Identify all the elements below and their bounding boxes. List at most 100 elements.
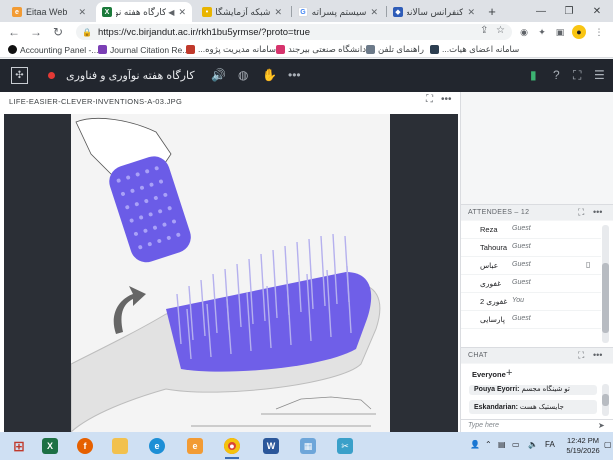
taskbar-firefox[interactable]: f [72,435,98,457]
bookmark-accounting-panel[interactable]: Accounting Panel -... [8,43,98,56]
taskbar-file-explorer[interactable] [107,435,133,457]
back-button[interactable]: ← [6,24,22,40]
speaker-icon[interactable]: ◀ [168,8,174,17]
bookmark-icon [186,45,195,54]
address-bar[interactable]: 🔒 https://vc.birjandut.ac.ir/rkh1bu5yrms… [76,24,512,40]
close-icon[interactable]: ✕ [467,7,475,18]
bristle-pad [109,156,191,263]
add-chat-icon[interactable]: + [506,367,512,379]
presentation-options-icon[interactable]: ••• [441,94,452,105]
bookmark-research-system[interactable]: سامانه مدیریت پژوه... [186,43,276,56]
connection-quality-icon[interactable]: ▮ [530,68,537,82]
close-icon[interactable]: ✕ [178,7,186,18]
expand-chat-icon[interactable]: ⛶ [578,350,584,361]
attendee-row[interactable]: پارسایی Guest [461,311,601,329]
tab-google-search[interactable]: G سیستم پسراته ✕ [292,2,384,22]
paint-icon: ▦ [300,438,316,454]
chat-options-icon[interactable]: ••• [593,350,602,360]
minimize-button[interactable]: — [527,0,555,22]
attendee-row[interactable]: غفوری 2 You [461,293,601,311]
chat-input[interactable]: Type here ➤ [461,419,613,432]
hairbrush-illustration [71,117,381,432]
window-close-button[interactable]: ✕ [583,0,611,22]
chrome-icon: ● [224,438,240,454]
raise-hand-icon[interactable]: ✋ [262,68,277,82]
meeting-header: ✣ کارگاه هفته نوآوری و فناوری 🔊 ◍ ✋ ••• … [0,59,613,92]
help-icon[interactable]: ? [553,68,560,82]
attendee-count: 12 [520,209,530,216]
fullscreen-icon[interactable]: ⛶ [573,68,581,83]
bookmark-phone-guide[interactable]: راهنمای تلفن [366,43,424,56]
system-clock[interactable]: 12:42 PM 5/19/2026 [563,436,603,456]
attendees-scrollbar[interactable] [602,225,609,343]
chat-channel-tab[interactable]: Everyone [472,370,506,379]
start-button[interactable]: ⊞ [6,435,32,457]
bookmark-label: سامانه مدیریت پژوه... [198,44,276,54]
forward-button[interactable]: → [28,24,44,40]
taskbar-excel[interactable]: X [37,435,63,457]
tab-meeting[interactable]: X کارگاه هفته نو ◀ ✕ [96,2,192,22]
new-tab-button[interactable]: + [484,3,500,19]
lock-icon[interactable]: 🔒 [82,28,92,37]
close-icon[interactable]: ✕ [78,7,86,18]
taskbar-word[interactable]: W [258,435,284,457]
microphone-icon[interactable]: 🔊 [211,68,226,82]
network-icon[interactable]: ▤ [498,440,506,449]
app-logo-icon[interactable]: ✣ [11,67,28,84]
profile-avatar[interactable]: ● [572,25,586,39]
attendees-options-icon[interactable]: ••• [593,207,602,217]
bookmark-label: Accounting Panel -... [20,44,99,55]
taskbar-chrome[interactable]: ● [219,435,245,459]
puzzle-extension-icon[interactable]: ✦ [535,25,549,39]
camera-extension-icon[interactable]: ◉ [517,25,531,39]
bookmark-journal-citation[interactable]: Journal Citation Re... [98,43,189,56]
chat-sender: Eskandarian: [474,404,518,411]
menu-dots-icon[interactable]: ⋮ [592,25,606,39]
tab-lab-network[interactable]: • شبکه آزمایشگاه ها ✕ [196,2,288,22]
attendee-name: غفوری [480,279,502,288]
attendee-row[interactable]: Tahoura Guest [461,239,601,257]
attendee-row[interactable]: عباس Guest ▯ [461,257,601,275]
reload-button[interactable]: ↻ [50,24,66,40]
taskbar-paint[interactable]: ▦ [295,435,321,457]
presentation-slide[interactable] [71,114,390,432]
attendee-name: Tahoura [480,243,508,252]
bookmark-faculty-system[interactable]: سامانه اعضای هیات... [430,43,519,56]
extensions-icon[interactable]: ▣ [553,25,567,39]
attendee-row[interactable]: غفوری Guest [461,275,601,293]
tab-eitaa[interactable]: e Eitaa Web ✕ [6,2,92,22]
tray-chevron-icon[interactable]: ⌃ [485,440,492,449]
bookmark-birjand-university[interactable]: دانشگاه صنعتی بیرجند [276,43,366,56]
menu-icon[interactable]: ☰ [594,68,605,82]
chat-scrollbar[interactable] [602,384,609,416]
tab-conference[interactable]: ◆ کنفرانس سالانه ما ✕ [387,2,481,22]
taskbar-eitaa[interactable]: e [182,435,208,457]
folder-icon [112,438,128,454]
url-text[interactable]: https://vc.birjandut.ac.ir/rkh1bu5yrmse/… [98,27,310,38]
attendee-row[interactable]: Reza Guest [461,221,601,239]
taskbar-edge[interactable]: e [144,435,170,457]
attendees-label: ATTENDEES [468,209,513,216]
notifications-icon[interactable]: ▢ [604,440,612,449]
attendee-name: عباس [480,261,499,270]
volume-icon[interactable]: 🔈 [528,440,538,449]
language-indicator[interactable]: FA [545,440,555,449]
attendees-list: Reza Guest Tahoura Guest عباس Guest ▯ غف… [461,221,613,347]
fullscreen-presentation-icon[interactable]: ⛶ [426,94,433,105]
maximize-button[interactable]: ❐ [555,0,583,22]
scrollbar-thumb[interactable] [602,394,609,406]
star-icon[interactable]: ☆ [496,25,505,36]
expand-attendees-icon[interactable]: ⛶ [578,207,584,218]
send-icon[interactable]: ➤ [598,421,605,430]
taskbar-snipping[interactable]: ✂ [332,435,358,457]
people-icon[interactable]: 👤 [470,440,480,449]
share-icon[interactable]: ⇪ [480,25,488,36]
scrollbar-thumb[interactable] [602,263,609,333]
close-icon[interactable]: ✕ [274,7,282,18]
battery-icon[interactable]: ▭ [512,440,520,449]
chat-message: Pouya Eyorri: تو شینگاه مجسم [469,385,597,395]
bookmark-icon [276,45,285,54]
close-icon[interactable]: ✕ [370,7,378,18]
microphone-toggle-icon[interactable]: ◍ [238,68,248,82]
more-options-icon[interactable]: ••• [288,68,301,82]
